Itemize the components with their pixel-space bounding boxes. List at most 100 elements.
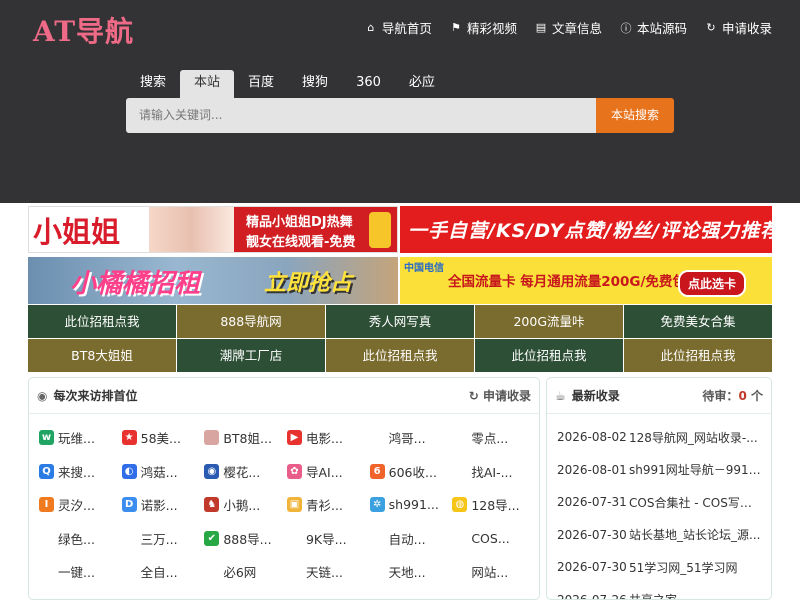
site-link[interactable]: 绿色... [37,522,120,556]
site-icon: ★ [121,430,137,446]
link-cell[interactable]: BT8大姐姐 [28,339,176,372]
link-cell[interactable]: 此位招租点我 [326,339,474,372]
site-label: 天链... [305,565,343,581]
site-icon: ▣ [286,497,302,513]
banner-telecom[interactable]: 中国电信 全国流量卡 每月通用流量200G/免费包邮 点此选卡 [400,257,772,304]
banner-rent[interactable]: 小橘橘招租 立即抢占 [28,257,398,304]
pending-count: 待审：0 个 [702,387,763,404]
latest-item[interactable]: 2026-07-26共享之家 [557,584,761,600]
latest-date: 2026-07-31 [557,495,627,510]
search-tab-2[interactable]: 百度 [234,70,288,98]
site-link[interactable]: 天地... [368,555,451,589]
latest-item[interactable]: 2026-07-31 COS合集社 - COS写真... [557,486,761,519]
site-label: 电影... [305,431,343,447]
nav-item-3[interactable]: ⓘ 本站源码 [620,18,687,37]
site-link[interactable]: 零点... [450,421,533,455]
apply-label: 申请收录 [482,389,531,403]
site-link[interactable]: w 玩维... [37,421,120,455]
search-tab-1[interactable]: 本站 [180,70,235,98]
site-link[interactable]: 全自... [120,555,203,589]
search-tab-3[interactable]: 搜狗 [288,70,342,98]
site-link[interactable]: 9K导... [285,522,368,556]
site-list: w 玩维... ★ 58美... BT8姐... ▶ 电影... 鸿哥... 零点... Q 来搜.… [29,414,539,589]
site-link[interactable]: ★ 58美... [120,421,203,455]
latest-item[interactable]: 2026-07-30 站长基地_站长论坛_源... [557,519,761,552]
search-tab-4[interactable]: 360 [342,70,395,98]
site-link[interactable]: COS... [450,522,533,556]
search-button[interactable]: 本站搜索 [596,98,674,133]
site-label: 888导... [223,531,272,547]
search-tab-5[interactable]: 必应 [395,70,449,98]
search-tab-0[interactable]: 搜索 [126,70,180,98]
banner-xiaojiejie[interactable]: 小姐姐 精品小姐姐DJ热舞 靓女在线观看-免费 [28,206,398,253]
site-label: 樱花... [223,464,261,480]
latest-date: 2026-08-01 [557,462,627,477]
thumbs-up-icon [369,212,391,248]
site-link[interactable]: 必6网 [202,555,285,589]
link-cell[interactable]: 888导航网 [177,305,325,338]
site-link[interactable]: ◐ 鸿菇... [120,455,203,489]
site-link[interactable]: BT8姐... [202,421,285,455]
banner-text: 一手自营/KS/DY点赞/粉丝/评论强力推荐 [408,220,772,242]
site-link[interactable]: ✲ sh991... [368,488,451,522]
latest-date: 2026-07-26 [557,592,627,600]
banner-line-1: 精品小姐姐DJ热舞 [246,215,353,230]
choose-card-button[interactable]: 点此选卡 [677,270,746,297]
site-link[interactable]: I 灵汐... [37,488,120,522]
site-link[interactable]: 鸿哥... [368,421,451,455]
site-link[interactable]: ▣ 青衫... [285,488,368,522]
site-link[interactable]: 自动... [368,522,451,556]
site-link[interactable]: ✿ 导AI... [285,455,368,489]
link-cell[interactable]: 秀人网写真 [326,305,474,338]
site-label: 鸿菇... [140,464,178,480]
site-label: 58美... [140,431,181,447]
site-link[interactable]: ♞ 小鹅... [202,488,285,522]
latest-item[interactable]: 2026-07-30 51学习网_51学习网 [557,551,761,584]
site-link[interactable]: ✔ 888导... [202,522,285,556]
latest-title: COS合集社 - COS写真... [629,495,761,510]
latest-title: 51学习网_51学习网 [629,560,738,575]
site-link[interactable]: 找AI-... [450,455,533,489]
link-cell[interactable]: 此位招租点我 [475,339,623,372]
site-icon: ◉ [204,463,220,479]
search-input[interactable]: 请输入关键词... [126,98,596,133]
site-link[interactable]: 三万... [120,522,203,556]
nav-item-4[interactable]: ↻ 申请收录 [705,18,772,37]
nav-label: 导航首页 [381,21,432,36]
site-link[interactable]: 天链... [285,555,368,589]
banner-title: 小姐姐 [33,215,121,249]
latest-item[interactable]: 2026-08-01 sh991网址导航－991自... [557,454,761,487]
site-link[interactable]: ▶ 电影... [285,421,368,455]
site-link[interactable]: 网站... [450,555,533,589]
nav-item-1[interactable]: ⚑ 精彩视频 [450,18,517,37]
link-cell[interactable]: 此位招租点我 [624,339,772,372]
site-link[interactable]: ◍ 128导... [450,488,533,522]
site-link[interactable]: 6 606收... [368,455,451,489]
latest-item[interactable]: 2026-08-02 128导航网_网站收录-... [557,421,761,454]
link-cell[interactable]: 潮牌工厂店 [177,339,325,372]
latest-date: 2026-08-02 [557,430,627,445]
site-icon [370,430,385,445]
site-label: 绿色... [58,531,95,547]
latest-list: 2026-08-02 128导航网_网站收录-... 2026-08-01 sh991… [547,414,771,600]
flag-icon: ⚑ [451,21,461,34]
site-icon: 6 [369,463,385,479]
banner-text: 小橘橘招租 [70,269,201,299]
link-cell[interactable]: 此位招租点我 [28,305,176,338]
apply-link[interactable]: ↻ 申请收录 [469,387,531,404]
nav-label: 申请收录 [721,21,772,36]
banner-likes[interactable]: 一手自营/KS/DY点赞/粉丝/评论强力推荐 [400,206,772,253]
site-link[interactable]: Q 来搜... [37,455,120,489]
latest-panel-header: ☕ 最新收录 待审：0 个 [547,378,771,414]
nav-item-0[interactable]: ⌂ 导航首页 [365,18,432,37]
site-label: 必6网 [223,565,257,581]
site-link[interactable]: D 诺影... [120,488,203,522]
link-cell[interactable]: 免费美女合集 [624,305,772,338]
site-label: 一键... [58,565,95,581]
site-link[interactable]: ◉ 樱花... [202,455,285,489]
site-icon [39,531,54,546]
site-logo[interactable]: AT导航 [33,10,134,50]
nav-item-2[interactable]: ▤ 文章信息 [535,18,602,37]
link-cell[interactable]: 200G流量咔 [475,305,623,338]
site-link[interactable]: 一键... [37,555,120,589]
